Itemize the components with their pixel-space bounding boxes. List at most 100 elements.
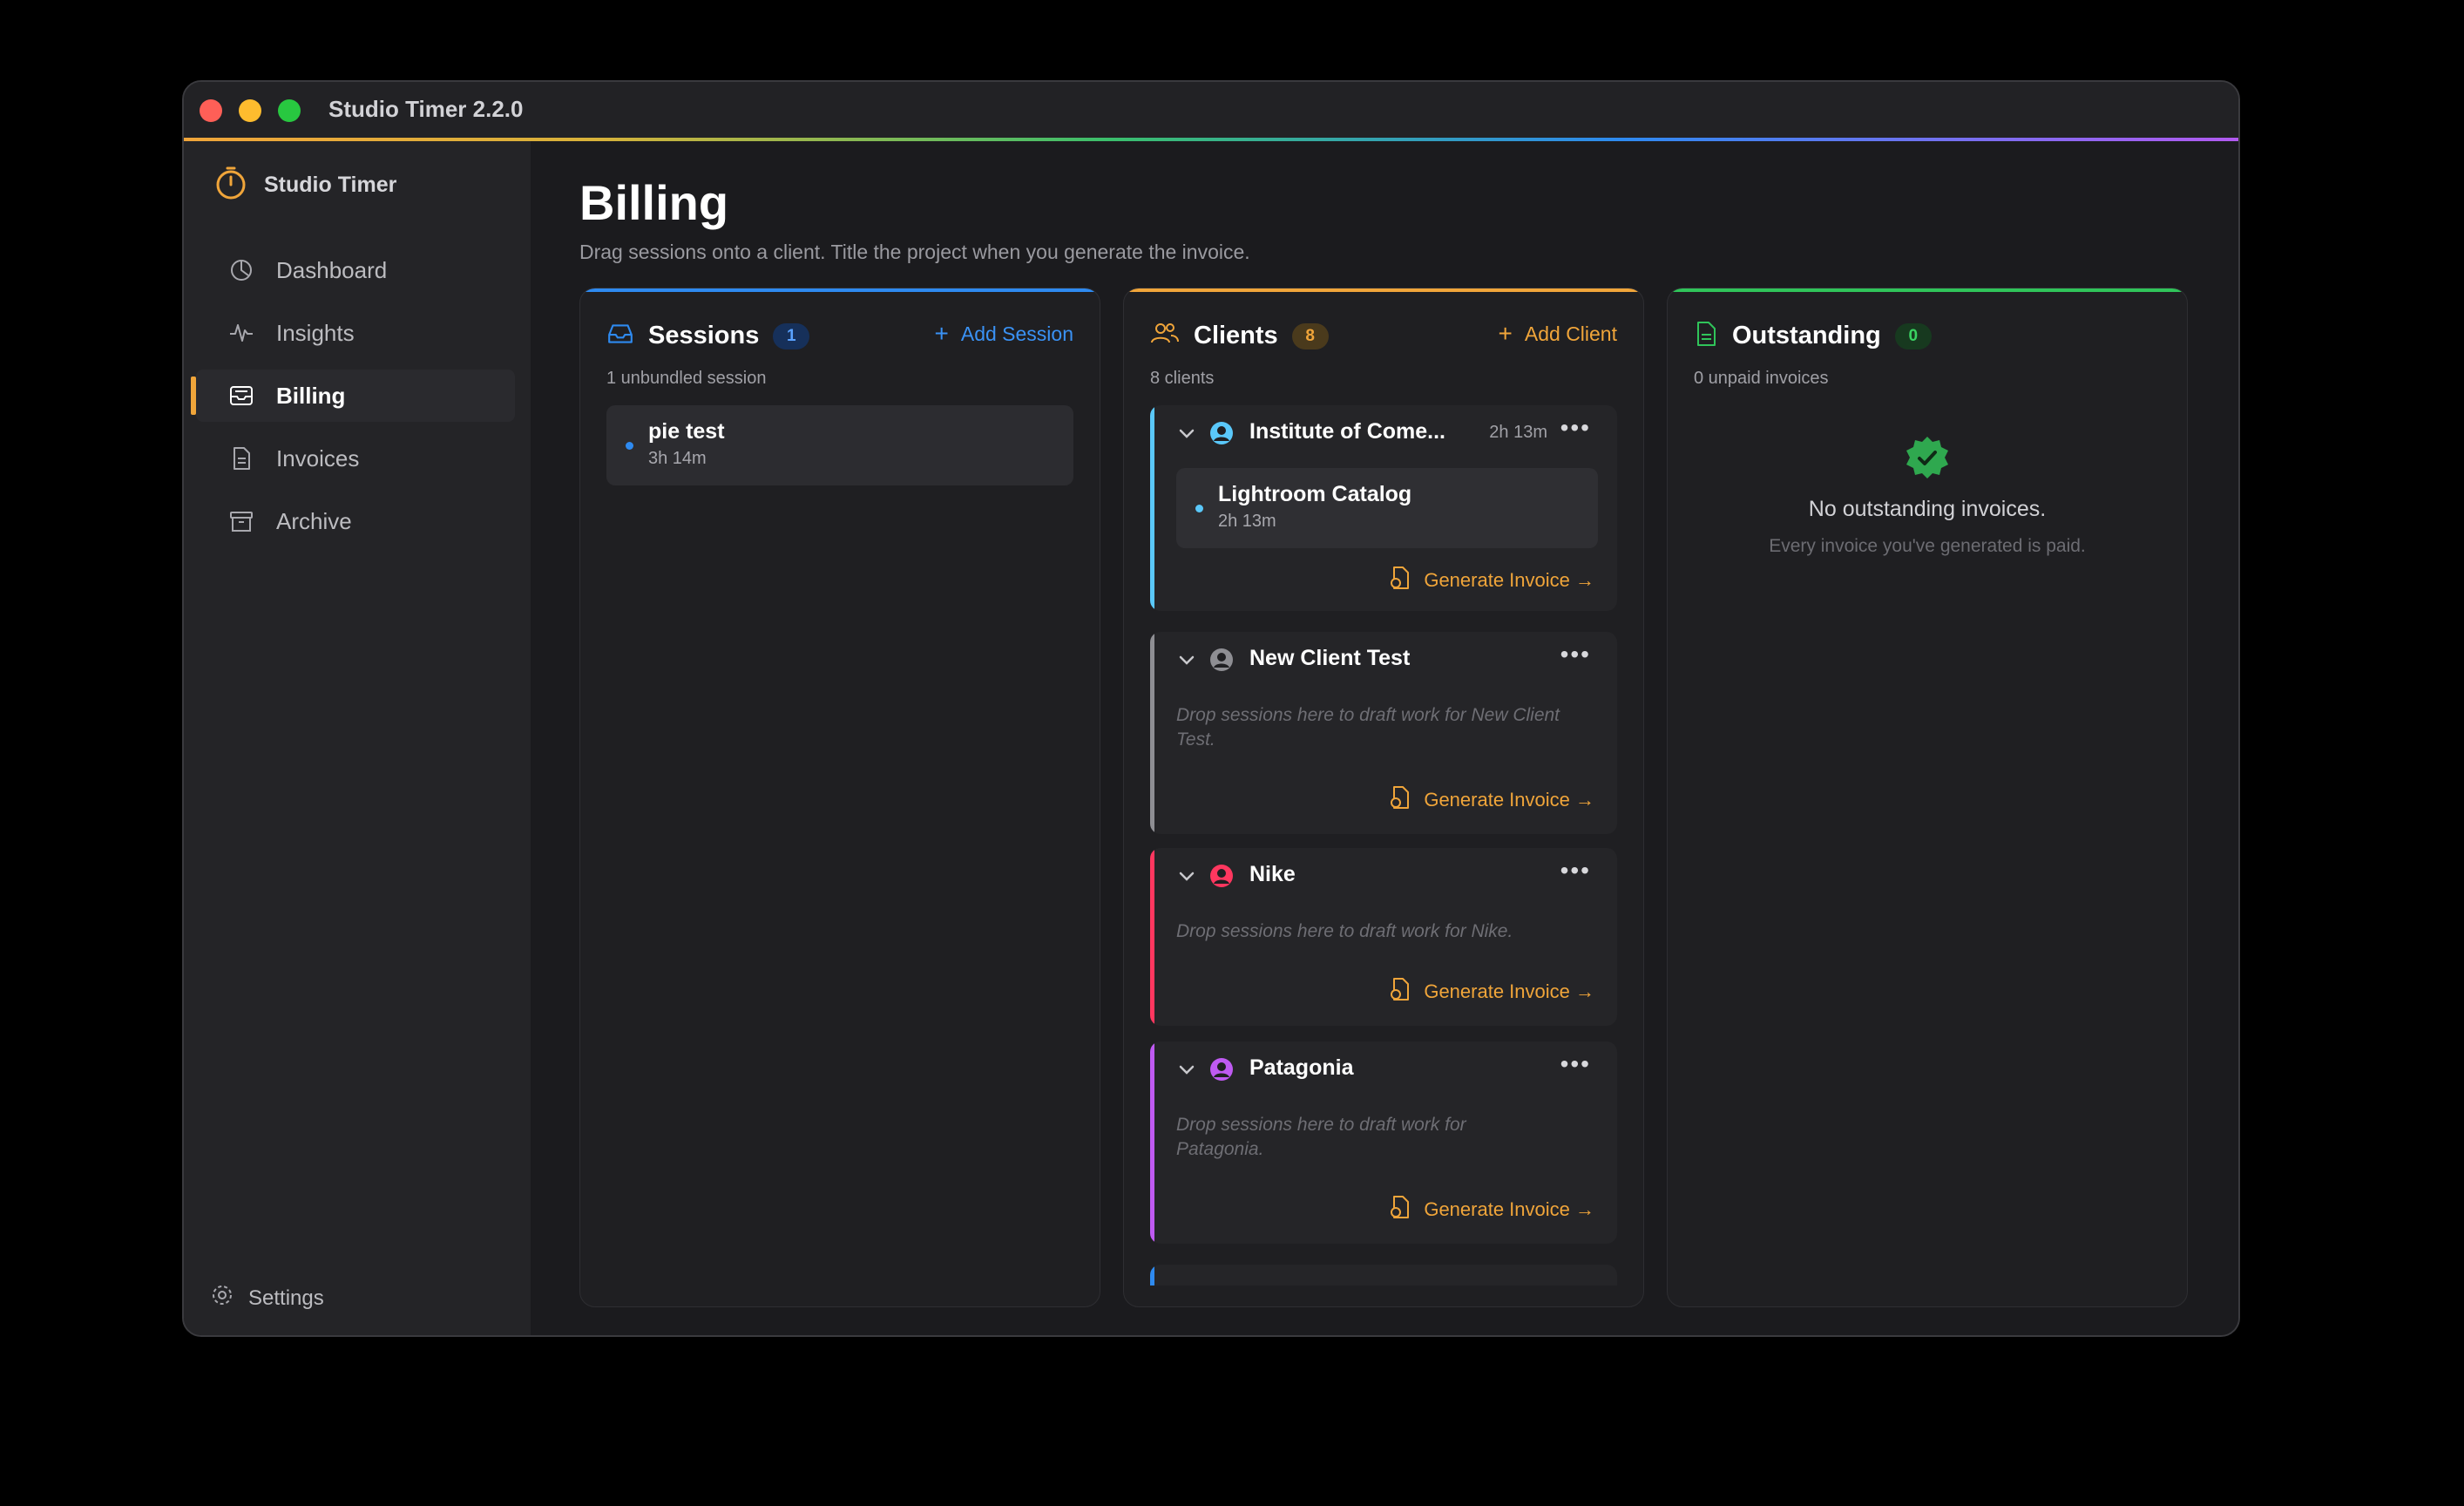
drop-hint: Drop sessions here to draft work for New… — [1176, 705, 1560, 750]
column-count: 0 unpaid invoices — [1694, 369, 1829, 388]
page-subtitle: Drag sessions onto a client. Title the p… — [579, 241, 1250, 263]
sidebar-item-archive[interactable]: Archive — [196, 495, 515, 547]
more-options-icon[interactable]: ••• — [1560, 857, 1591, 885]
generate-invoice-label: Generate Invoice → — [1424, 980, 1594, 1002]
sidebar-item-label: Insights — [276, 319, 355, 346]
session-card[interactable]: Lightroom Catalog 2h 13m — [1176, 468, 1598, 548]
client-name: Nike — [1249, 862, 1296, 886]
session-duration: 2h 13m — [1218, 512, 1276, 531]
brand: Studio Timer — [213, 166, 397, 205]
client-color-bar — [1150, 1041, 1154, 1244]
document-icon — [1694, 320, 1718, 352]
client-color-bar — [1150, 848, 1154, 1026]
inbox-icon — [606, 320, 634, 352]
chevron-down-icon[interactable] — [1176, 649, 1197, 670]
client-card[interactable]: New Client Test ••• Drop sessions here t… — [1150, 632, 1617, 834]
column-header: Sessions 1 — [606, 320, 810, 352]
sidebar-item-dashboard[interactable]: Dashboard — [196, 244, 515, 296]
user-avatar-icon — [1209, 1057, 1234, 1082]
plus-icon: + — [934, 320, 949, 347]
client-card[interactable] — [1150, 1265, 1617, 1286]
settings-button[interactable]: Settings — [210, 1283, 324, 1313]
more-options-icon[interactable]: ••• — [1560, 641, 1591, 668]
client-list[interactable]: Institute of Come... 2h 13m ••• Lightroo… — [1150, 405, 1617, 1286]
client-color-bar — [1150, 632, 1154, 834]
more-options-icon[interactable]: ••• — [1560, 414, 1591, 442]
column-accent — [580, 288, 1100, 292]
column-header: Clients 8 — [1150, 320, 1329, 352]
generate-invoice-label: Generate Invoice → — [1424, 789, 1594, 811]
stopwatch-icon — [213, 166, 248, 205]
sidebar-item-billing[interactable]: Billing — [191, 370, 515, 422]
chevron-down-icon[interactable] — [1176, 1059, 1197, 1080]
add-client-label: Add Client — [1524, 322, 1617, 345]
client-card[interactable]: Patagonia ••• Drop sessions here to draf… — [1150, 1041, 1617, 1244]
session-name: Lightroom Catalog — [1218, 482, 1412, 506]
client-name: Patagonia — [1249, 1055, 1354, 1080]
clients-column: Clients 8 + Add Client 8 clients Institu… — [1123, 288, 1644, 1307]
sidebar-item-label: Dashboard — [276, 256, 388, 283]
settings-label: Settings — [248, 1286, 324, 1310]
client-color-bar — [1150, 405, 1154, 611]
app-window: Studio Timer 2.2.0 Studio Timer Dashboar… — [182, 80, 2240, 1337]
client-name: New Client Test — [1249, 646, 1411, 670]
users-icon — [1150, 320, 1180, 352]
session-card[interactable]: pie test 3h 14m — [606, 405, 1073, 485]
client-card[interactable]: Nike ••• Drop sessions here to draft wor… — [1150, 848, 1617, 1026]
sidebar-item-label: Archive — [276, 507, 352, 534]
user-avatar-icon — [1209, 648, 1234, 672]
column-accent — [1668, 288, 2187, 292]
count-badge: 0 — [1894, 322, 1932, 349]
status-dot — [1195, 505, 1203, 512]
add-session-button[interactable]: + Add Session — [935, 322, 1074, 346]
sidebar-item-label: Invoices — [276, 444, 360, 471]
plus-icon: + — [1498, 320, 1513, 347]
client-card[interactable]: Institute of Come... 2h 13m ••• Lightroo… — [1150, 405, 1617, 611]
generate-invoice-label: Generate Invoice → — [1424, 569, 1594, 591]
add-client-button[interactable]: + Add Client — [1499, 322, 1617, 346]
sidebar-item-label: Billing — [276, 382, 346, 409]
close-window-button[interactable] — [200, 99, 222, 122]
verified-check-icon — [1905, 437, 1950, 484]
client-time: 2h 13m — [1489, 423, 1547, 442]
generate-invoice-button[interactable]: Generate Invoice → — [1389, 566, 1594, 595]
minimize-window-button[interactable] — [239, 99, 261, 122]
count-badge: 8 — [1291, 322, 1329, 349]
session-name: pie test — [648, 419, 725, 444]
generate-invoice-button[interactable]: Generate Invoice → — [1389, 977, 1594, 1007]
generate-invoice-button[interactable]: Generate Invoice → — [1389, 1195, 1594, 1224]
sidebar-item-invoices[interactable]: Invoices — [196, 432, 515, 485]
archive-box-icon — [226, 505, 257, 537]
session-duration: 3h 14m — [648, 449, 707, 468]
client-color-bar — [1150, 1265, 1154, 1286]
sidebar-item-insights[interactable]: Insights — [196, 307, 515, 359]
empty-title: No outstanding invoices. — [1808, 497, 2047, 521]
brand-label: Studio Timer — [264, 172, 397, 197]
status-dot — [626, 442, 633, 450]
user-avatar-icon — [1209, 421, 1234, 445]
column-title: Clients — [1194, 322, 1278, 349]
generate-invoice-button[interactable]: Generate Invoice → — [1389, 785, 1594, 815]
client-name: Institute of Come... — [1249, 419, 1445, 444]
window-title: Studio Timer 2.2.0 — [328, 96, 524, 122]
gear-icon — [210, 1283, 234, 1313]
inbox-icon — [226, 380, 257, 411]
drop-hint: Drop sessions here to draft work for Pat… — [1176, 1115, 1466, 1159]
sidebar: Studio Timer Dashboard Insights Billing … — [184, 141, 531, 1335]
title-bar: Studio Timer 2.2.0 — [184, 82, 2238, 138]
column-accent — [1124, 288, 1643, 292]
empty-state: No outstanding invoices. Every invoice y… — [1668, 435, 2187, 557]
column-title: Outstanding — [1732, 322, 1881, 349]
activity-icon — [226, 317, 257, 349]
sessions-column: Sessions 1 + Add Session 1 unbundled ses… — [579, 288, 1100, 1307]
chevron-down-icon[interactable] — [1176, 423, 1197, 444]
more-options-icon[interactable]: ••• — [1560, 1050, 1591, 1078]
maximize-window-button[interactable] — [278, 99, 301, 122]
document-arrow-icon — [1389, 566, 1411, 595]
drop-hint: Drop sessions here to draft work for Nik… — [1176, 921, 1513, 941]
document-icon — [226, 443, 257, 474]
document-arrow-icon — [1389, 785, 1411, 815]
column-count: 1 unbundled session — [606, 369, 767, 388]
chevron-down-icon[interactable] — [1176, 865, 1197, 886]
generate-invoice-label: Generate Invoice → — [1424, 1198, 1594, 1220]
